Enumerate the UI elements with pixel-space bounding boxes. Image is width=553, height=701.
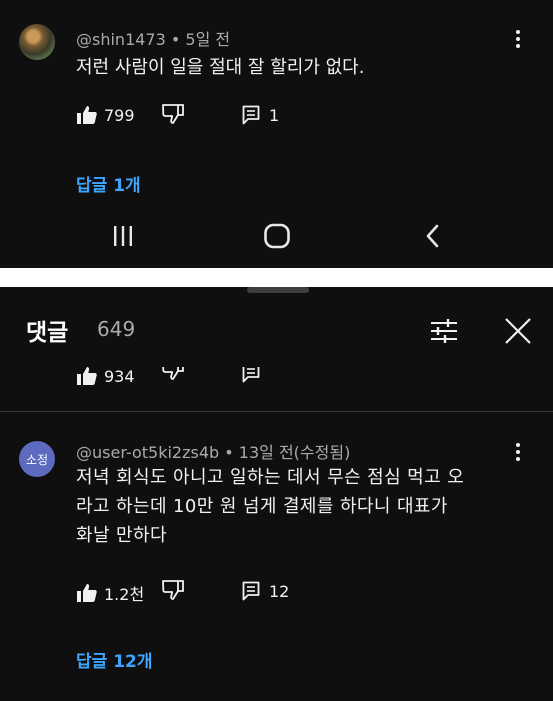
filter-icon bbox=[431, 319, 457, 343]
view-replies-link[interactable]: 답글 1개 bbox=[76, 171, 141, 196]
home-icon bbox=[264, 223, 290, 249]
reply-icon bbox=[242, 367, 260, 383]
comments-count: 649 bbox=[97, 317, 136, 341]
recent-apps-button[interactable] bbox=[103, 218, 143, 254]
thumbs-up-icon bbox=[77, 106, 97, 124]
partial-comment-actions: 934 bbox=[0, 367, 553, 391]
back-button[interactable] bbox=[413, 218, 453, 254]
reply-button[interactable]: 12 bbox=[242, 581, 289, 601]
top-comment-panel: @shin1473 • 5일 전 저런 사람이 일을 절대 잘 할리가 없다. … bbox=[0, 0, 553, 268]
dislike-button[interactable] bbox=[161, 367, 185, 381]
comment-line: 라고 하는데 10만 원 넘게 결제를 하다니 대표가 bbox=[76, 496, 448, 517]
reply-button[interactable] bbox=[242, 367, 260, 383]
comment-time: 5일 전 bbox=[185, 30, 231, 49]
reply-button[interactable]: 1 bbox=[242, 105, 279, 125]
reply-icon bbox=[242, 581, 260, 601]
avatar[interactable]: 소정 bbox=[19, 441, 55, 477]
thumbs-down-icon bbox=[162, 367, 184, 380]
reply-count: 12 bbox=[269, 581, 290, 601]
comments-sheet: 댓글 649 934 소정 @user-ot5ki2zs4b • 13일 전(수… bbox=[0, 287, 553, 701]
system-nav-bar bbox=[0, 208, 553, 268]
more-vert-icon[interactable] bbox=[508, 27, 528, 51]
like-count: 934 bbox=[104, 367, 135, 386]
comment-line: 화날 만하다 bbox=[76, 525, 167, 546]
meta-separator: • bbox=[170, 30, 181, 49]
comment-time: 13일 전(수정됨) bbox=[238, 443, 351, 462]
like-button[interactable]: 799 bbox=[76, 105, 135, 125]
recent-apps-icon bbox=[114, 226, 132, 246]
like-count: 1.2천 bbox=[104, 585, 145, 604]
home-button[interactable] bbox=[257, 218, 297, 254]
comment-text: 저런 사람이 일을 절대 잘 할리가 없다. bbox=[76, 57, 365, 78]
thumbs-down-icon bbox=[162, 104, 184, 124]
reply-count: 1 bbox=[269, 105, 280, 125]
thumbs-down-icon bbox=[162, 580, 184, 600]
meta-separator: • bbox=[224, 443, 234, 462]
thumbs-up-icon bbox=[77, 584, 97, 602]
more-vert-icon[interactable] bbox=[508, 440, 528, 464]
like-button[interactable]: 934 bbox=[76, 367, 135, 386]
drag-handle[interactable] bbox=[247, 287, 309, 293]
view-replies-link[interactable]: 답글 12개 bbox=[76, 647, 153, 672]
avatar[interactable] bbox=[19, 24, 55, 60]
divider bbox=[0, 411, 553, 412]
comment-text: 저녁 회식도 아니고 일하는 데서 무슨 점심 먹고 오 라고 하는데 10만 … bbox=[76, 463, 536, 550]
close-icon bbox=[505, 318, 531, 344]
thumbs-up-icon bbox=[77, 367, 97, 385]
reply-icon bbox=[242, 105, 260, 125]
like-count: 799 bbox=[104, 105, 135, 125]
comment-meta: @user-ot5ki2zs4b • 13일 전(수정됨) bbox=[76, 439, 350, 463]
close-button[interactable] bbox=[500, 313, 536, 349]
dislike-button[interactable] bbox=[161, 579, 185, 601]
comment-author[interactable]: @shin1473 bbox=[76, 30, 166, 49]
like-button[interactable]: 1.2천 bbox=[76, 581, 144, 605]
comment-meta: @shin1473 • 5일 전 bbox=[76, 26, 230, 50]
filter-button[interactable] bbox=[426, 313, 462, 349]
back-icon bbox=[426, 224, 439, 248]
comments-title: 댓글 bbox=[26, 320, 69, 346]
dislike-button[interactable] bbox=[161, 103, 185, 125]
comment-author[interactable]: @user-ot5ki2zs4b bbox=[76, 443, 219, 462]
comment-line: 저녁 회식도 아니고 일하는 데서 무슨 점심 먹고 오 bbox=[76, 467, 465, 488]
